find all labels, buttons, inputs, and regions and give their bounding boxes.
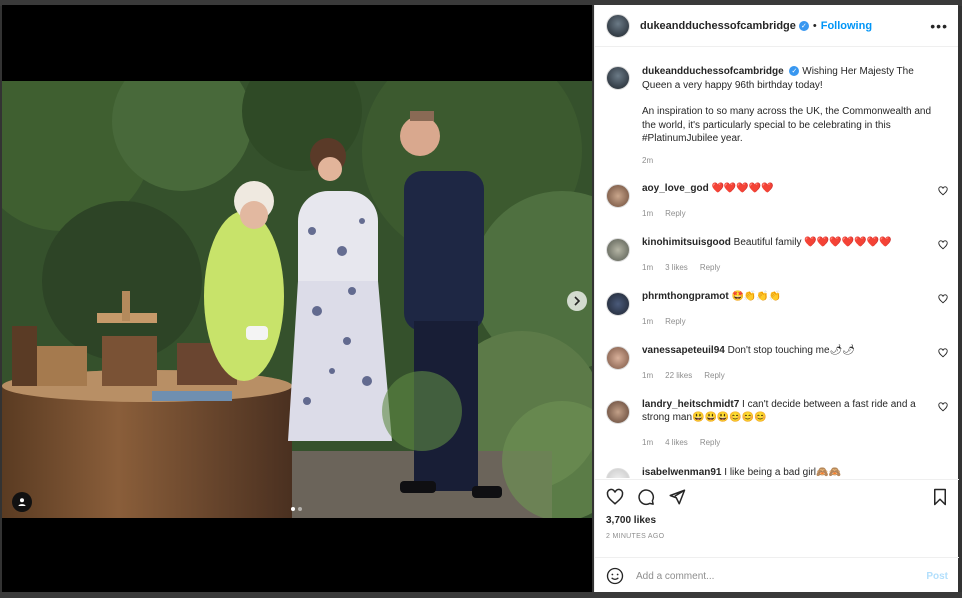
commenter-avatar[interactable] [606, 400, 630, 424]
comment-username[interactable]: kinohimitsuisgood [642, 237, 731, 248]
user-tag-icon [18, 498, 26, 506]
tagged-users-button[interactable] [12, 492, 32, 512]
comment-username[interactable]: landry_heitschmidt7 [642, 399, 739, 410]
post-photo [2, 81, 592, 518]
reply-button[interactable]: Reply [704, 369, 724, 382]
comment-time: 1m [642, 438, 654, 447]
comment-username[interactable]: phrmthongpramot [642, 291, 729, 302]
post-side-panel: dukeandduchessofcambridge ✓ • Following … [594, 5, 959, 594]
photo-illustration [2, 81, 592, 518]
comment-likes[interactable]: 4 likes [665, 436, 688, 449]
comment-text: ❤️❤️❤️❤️❤️ [711, 183, 774, 194]
author-avatar[interactable] [606, 13, 630, 38]
caption-text-line2: An inspiration to so many across the UK,… [642, 106, 932, 144]
comment-time: 1m [642, 263, 654, 272]
carousel-dot-active [291, 507, 295, 511]
heart-icon[interactable] [938, 294, 948, 304]
comment-username[interactable]: isabelwenman91 [642, 467, 721, 478]
add-comment-bar: Add a comment... Post [595, 557, 959, 594]
heart-icon[interactable] [938, 186, 948, 196]
comment-row: isabelwenman91 I like being a bad girl🙈🙈 [606, 466, 948, 478]
reply-button[interactable]: Reply [665, 315, 685, 328]
commenter-avatar[interactable] [606, 468, 630, 478]
share-icon[interactable] [668, 488, 686, 506]
comment-likes[interactable]: 22 likes [665, 369, 692, 382]
heart-icon[interactable] [938, 348, 948, 358]
comment-time: 1m [642, 371, 654, 380]
comment-icon[interactable] [637, 488, 655, 506]
comment-row: landry_heitschmidt7 I can't decide betwe… [606, 398, 948, 449]
post-actions: 3,700 likes 2 MINUTES AGO [595, 479, 959, 540]
comment-text: 🤩👏👏👏 [731, 291, 782, 302]
caption-avatar[interactable] [606, 66, 630, 90]
likes-count[interactable]: 3,700 likes [606, 515, 948, 526]
post-caption: dukeandduchessofcambridge ✓ Wishing Her … [606, 48, 959, 167]
heart-icon[interactable] [606, 488, 624, 506]
reply-button[interactable]: Reply [700, 261, 720, 274]
comment-username[interactable]: aoy_love_god [642, 183, 709, 194]
bookmark-icon[interactable] [932, 488, 948, 506]
comments-section[interactable]: dukeandduchessofcambridge ✓ Wishing Her … [595, 48, 959, 478]
emoji-icon[interactable] [606, 567, 624, 585]
more-options-icon[interactable]: ••• [930, 18, 948, 34]
comment-time: 1m [642, 317, 654, 326]
viewer-backdrop: dukeandduchessofcambridge ✓ • Following … [0, 0, 962, 598]
commenter-avatar[interactable] [606, 292, 630, 316]
verified-badge-icon: ✓ [789, 66, 800, 77]
carousel-dot [298, 507, 302, 511]
comment-row: kinohimitsuisgood Beautiful family ❤️❤️❤… [606, 236, 948, 274]
comment-text: Beautiful family ❤️❤️❤️❤️❤️❤️❤️ [733, 237, 892, 248]
commenter-avatar[interactable] [606, 346, 630, 370]
following-button[interactable]: Following [821, 20, 872, 32]
author-username[interactable]: dukeandduchessofcambridge [640, 20, 796, 32]
comment-text: I like being a bad girl🙈🙈 [724, 467, 841, 478]
comment-username[interactable]: vanessapeteuil94 [642, 345, 725, 356]
comment-input[interactable]: Add a comment... [636, 571, 926, 582]
heart-icon[interactable] [938, 402, 948, 412]
heart-icon[interactable] [938, 240, 948, 250]
bottom-strip [0, 592, 962, 598]
post-comment-button[interactable]: Post [926, 571, 948, 582]
commenter-avatar[interactable] [606, 238, 630, 262]
comment-row: phrmthongpramot 🤩👏👏👏 1m Reply [606, 290, 948, 328]
comment-time: 1m [642, 209, 654, 218]
header-separator: • [812, 19, 817, 32]
caption-username[interactable]: dukeandduchessofcambridge [642, 66, 784, 77]
chevron-right-icon [574, 296, 581, 306]
caption-time: 2m [642, 155, 654, 165]
comment-row: aoy_love_god ❤️❤️❤️❤️❤️ 1m Reply [606, 182, 948, 220]
comment-row: vanessapeteuil94 Don't stop touching me🌶… [606, 344, 948, 382]
reply-button[interactable]: Reply [665, 207, 685, 220]
post-media[interactable] [2, 5, 592, 594]
post-timestamp: 2 MINUTES AGO [606, 533, 665, 540]
commenter-avatar[interactable] [606, 184, 630, 208]
carousel-dots [291, 507, 302, 511]
comment-likes[interactable]: 3 likes [665, 261, 688, 274]
verified-badge-icon: ✓ [798, 20, 809, 31]
reply-button[interactable]: Reply [700, 436, 720, 449]
post-header: dukeandduchessofcambridge ✓ • Following … [595, 5, 958, 47]
comment-text: Don't stop touching me🌶🌶 [727, 345, 855, 356]
next-photo-button[interactable] [567, 291, 587, 311]
